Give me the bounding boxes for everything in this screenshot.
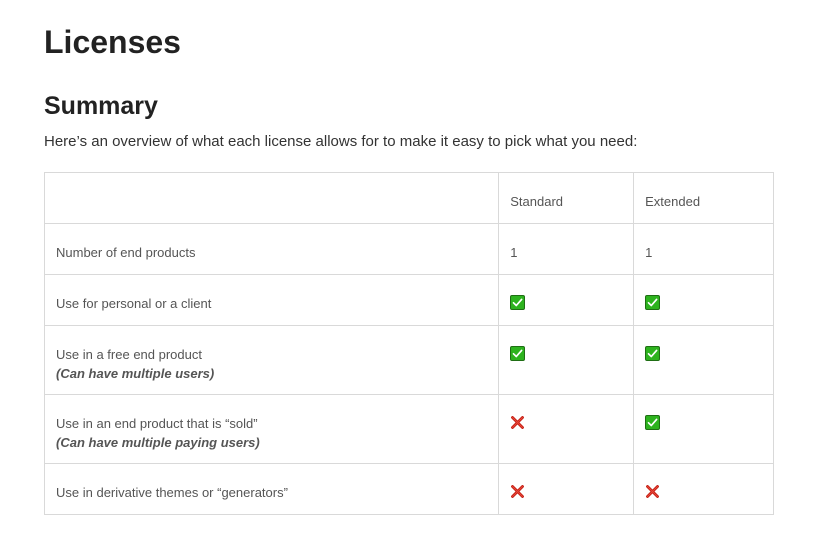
standard-cell <box>498 274 635 326</box>
check-icon <box>510 346 526 361</box>
feature-cell: Use for personal or a client <box>43 274 500 326</box>
feature-label: Number of end products <box>56 245 196 260</box>
header-cell-empty <box>43 172 500 224</box>
table-row: Number of end products 1 1 <box>43 223 774 275</box>
feature-label: Use in derivative themes or “generators” <box>56 485 288 500</box>
extended-cell <box>633 274 774 326</box>
standard-cell: 1 <box>498 223 635 275</box>
check-icon <box>645 415 661 430</box>
standard-value: 1 <box>510 245 518 260</box>
cross-icon <box>510 484 525 499</box>
feature-label: Use for personal or a client <box>56 296 212 311</box>
extended-cell <box>633 394 774 464</box>
feature-label: Use in an end product that is “sold” <box>56 416 258 431</box>
license-comparison-table: Standard Extended Number of end products… <box>43 172 774 515</box>
standard-cell <box>498 463 635 515</box>
table-row: Use in derivative themes or “generators” <box>43 463 774 515</box>
feature-cell: Use in a free end product (Can have mult… <box>43 325 500 395</box>
table-header-row: Standard Extended <box>43 172 774 224</box>
table-row: Use for personal or a client <box>43 274 774 326</box>
extended-cell <box>633 463 774 515</box>
table-row: Use in a free end product (Can have mult… <box>43 325 774 395</box>
header-standard-label: Standard <box>510 194 564 209</box>
check-icon <box>645 295 661 310</box>
standard-cell <box>498 394 635 464</box>
section-title: Summary <box>44 92 158 120</box>
extended-value: 1 <box>645 245 653 260</box>
cross-icon <box>510 415 525 430</box>
header-cell-extended: Extended <box>633 172 774 224</box>
feature-cell: Number of end products <box>43 223 500 275</box>
feature-note: (Can have multiple paying users) <box>56 435 260 450</box>
header-extended-label: Extended <box>645 194 701 209</box>
extended-cell <box>633 325 774 395</box>
check-icon <box>510 295 526 310</box>
feature-cell: Use in an end product that is “sold” (Ca… <box>43 394 500 464</box>
page-title: Licenses <box>44 24 181 60</box>
feature-label: Use in a free end product <box>56 347 202 362</box>
feature-note: (Can have multiple users) <box>56 366 215 381</box>
check-icon <box>645 346 661 361</box>
standard-cell <box>498 325 635 395</box>
intro-text: Here’s an overview of what each license … <box>44 133 638 150</box>
cross-icon <box>645 484 660 499</box>
extended-cell: 1 <box>633 223 774 275</box>
header-cell-standard: Standard <box>498 172 635 224</box>
feature-cell: Use in derivative themes or “generators” <box>43 463 500 515</box>
table-row: Use in an end product that is “sold” (Ca… <box>43 394 774 464</box>
